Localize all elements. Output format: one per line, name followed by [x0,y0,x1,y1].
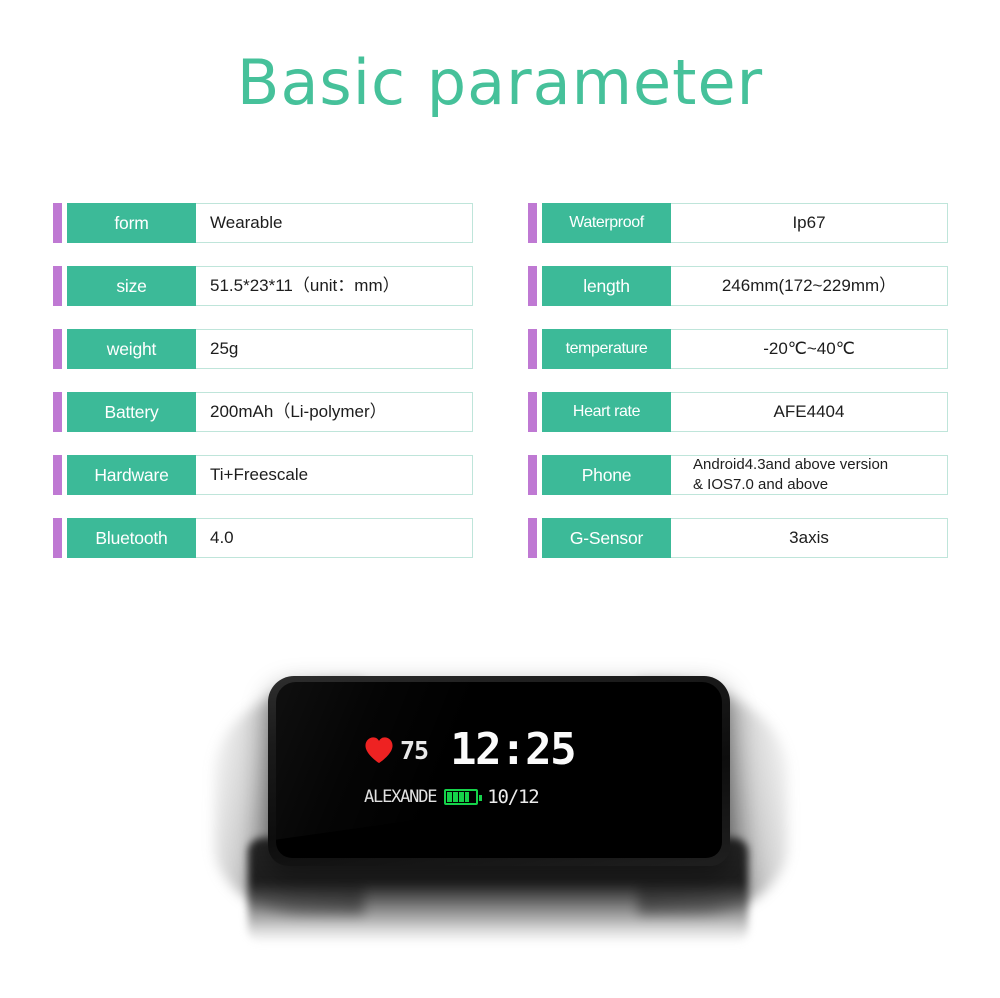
watch-oled-display: 75 12:25 ALEXANDE 10/12 [364,722,594,820]
spec-row: Hardware Ti+Freescale [53,455,473,495]
spec-row: G-Sensor 3axis [528,518,948,558]
accent-bar [528,392,537,432]
spec-value: Ti+Freescale [196,455,473,495]
spec-label: Battery [67,392,196,432]
spec-row: Heart rate AFE4404 [528,392,948,432]
spec-row: temperature -20℃~40℃ [528,329,948,369]
spec-column-right: Waterproof Ip67 length 246mm(172~229mm） … [528,203,948,581]
spec-value: Android4.3and above version & IOS7.0 and… [671,455,948,495]
spec-table: form Wearable size 51.5*23*11（unit：mm） w… [0,203,1000,563]
heart-icon [365,737,393,764]
product-spec-page: Basic parameter form Wearable size 51.5*… [0,0,1000,998]
spec-row: weight 25g [53,329,473,369]
spec-value: -20℃~40℃ [671,329,948,369]
spec-value: 25g [196,329,473,369]
accent-bar [53,455,62,495]
spec-row: Battery 200mAh（Li-polymer） [53,392,473,432]
accent-bar [53,329,62,369]
accent-bar [528,266,537,306]
watch-body: 75 12:25 ALEXANDE 10/12 [268,676,730,866]
accent-bar [528,203,537,243]
accent-bar [53,203,62,243]
accent-bar [53,266,62,306]
date-text: 10/12 [487,786,539,808]
spec-row: Phone Android4.3and above version & IOS7… [528,455,948,495]
accent-bar [528,329,537,369]
accent-bar [528,455,537,495]
watch-screen-glass: 75 12:25 ALEXANDE 10/12 [276,682,722,858]
spec-label: Waterproof [542,203,671,243]
spec-label: weight [67,329,196,369]
accent-bar [53,392,62,432]
spec-label: Hardware [67,455,196,495]
heart-rate-value: 75 [400,735,429,765]
spec-row: length 246mm(172~229mm） [528,266,948,306]
spec-value: Wearable [196,203,473,243]
spec-value: Ip67 [671,203,948,243]
spec-value: AFE4404 [671,392,948,432]
accent-bar [53,518,62,558]
spec-value: 3axis [671,518,948,558]
spec-value: 4.0 [196,518,473,558]
spec-value: 246mm(172~229mm） [671,266,948,306]
spec-label: temperature [542,329,671,369]
spec-row: form Wearable [53,203,473,243]
battery-fill [447,792,470,802]
watch-product-photo: 75 12:25 ALEXANDE 10/12 [0,648,1000,948]
battery-icon [444,789,483,805]
page-title: Basic parameter [236,46,764,119]
spec-label: length [542,266,671,306]
spec-row: Waterproof Ip67 [528,203,948,243]
spec-label: G-Sensor [542,518,671,558]
accent-bar [528,518,537,558]
oled-bottom-row: ALEXANDE 10/12 [364,782,594,812]
oled-top-row: 75 12:25 [364,722,594,778]
spec-value: 51.5*23*11（unit：mm） [196,266,473,306]
spec-label: form [67,203,196,243]
spec-label: Bluetooth [67,518,196,558]
owner-name: ALEXANDE [364,787,437,807]
spec-label: Heart rate [542,392,671,432]
clock-time: 12:25 [450,724,576,775]
spec-row: Bluetooth 4.0 [53,518,473,558]
spec-label: Phone [542,455,671,495]
spec-column-left: form Wearable size 51.5*23*11（unit：mm） w… [53,203,473,581]
spec-label: size [67,266,196,306]
spec-row: size 51.5*23*11（unit：mm） [53,266,473,306]
spec-value: 200mAh（Li-polymer） [196,392,473,432]
